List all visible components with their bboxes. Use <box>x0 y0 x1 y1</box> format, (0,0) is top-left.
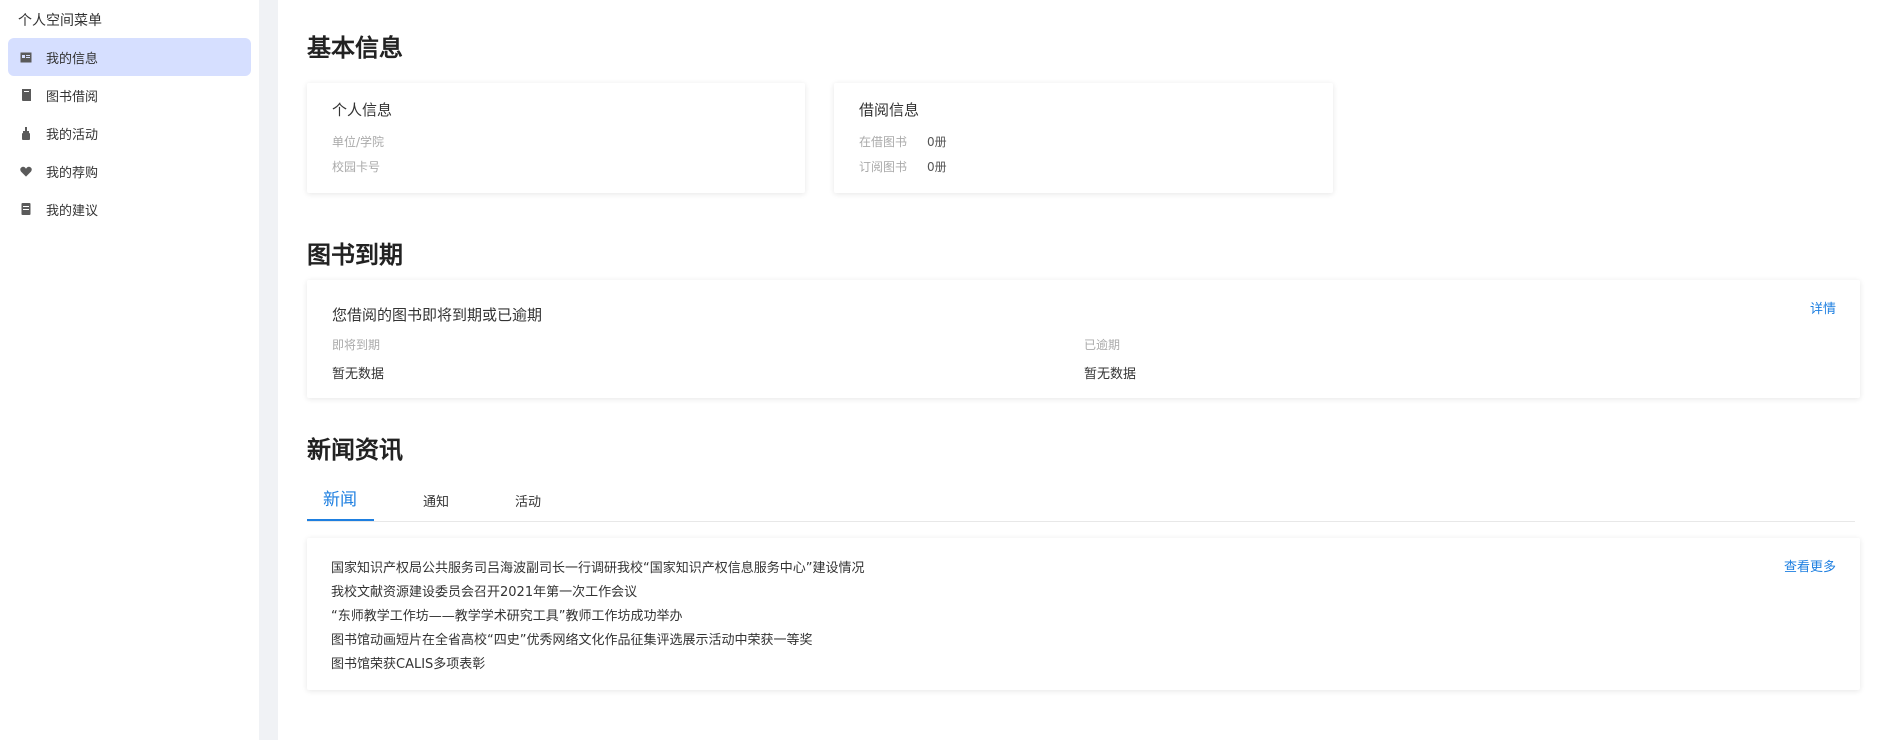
overdue-label: 已逾期 <box>1084 338 1121 352</box>
overdue-value: 暂无数据 <box>1084 367 1137 382</box>
tab-activity[interactable]: 活动 <box>515 491 541 510</box>
card-title: 您借阅的图书即将到期或已逾期 <box>332 306 543 324</box>
current-borrow-label: 在借图书 <box>859 135 908 149</box>
card-title: 个人信息 <box>332 101 393 119</box>
card-title: 借阅信息 <box>859 101 920 119</box>
sidebar-item-book-borrow[interactable]: 图书借阅 <box>8 76 251 114</box>
news-item[interactable]: 我校文献资源建设委员会召开2021年第一次工作会议 <box>331 581 637 600</box>
news-item[interactable]: 图书馆荣获CALIS多项表彰 <box>331 653 485 672</box>
book-icon <box>20 89 32 101</box>
activity-icon <box>20 126 32 140</box>
sidebar: 个人空间菜单 我的信息 图书借阅 我的活动 我的荐购 我的建议 <box>0 0 259 740</box>
reserved-label: 订阅图书 <box>859 160 908 174</box>
personal-info-card: 个人信息 单位/学院 校园卡号 <box>307 83 805 193</box>
sidebar-item-my-activity[interactable]: 我的活动 <box>8 114 251 152</box>
active-tab-indicator <box>307 519 374 521</box>
current-borrow-value: 0册 <box>927 135 947 149</box>
campus-card-label: 校园卡号 <box>332 160 381 174</box>
borrow-info-card: 借阅信息 在借图书 0册 订阅图书 0册 <box>834 83 1333 193</box>
section-title-book-due: 图书到期 <box>307 241 403 269</box>
heart-icon <box>20 165 32 177</box>
news-item[interactable]: 国家知识产权局公共服务司吕海波副司长一行调研我校“国家知识产权信息服务中心”建设… <box>331 557 864 576</box>
sidebar-item-my-info[interactable]: 我的信息 <box>8 38 251 76</box>
unit-label: 单位/学院 <box>332 135 385 149</box>
sidebar-item-label: 我的活动 <box>46 127 99 143</box>
tabs-divider <box>307 521 1855 522</box>
view-more-link[interactable]: 查看更多 <box>1784 556 1836 575</box>
sidebar-title: 个人空间菜单 <box>18 13 102 29</box>
sidebar-divider <box>259 0 278 740</box>
note-icon <box>20 203 32 215</box>
sidebar-item-label: 我的信息 <box>46 51 99 67</box>
sidebar-item-my-recommend[interactable]: 我的荐购 <box>8 152 251 190</box>
book-due-card: 您借阅的图书即将到期或已逾期 详情 即将到期 暂无数据 已逾期 暂无数据 <box>307 280 1860 398</box>
section-title-news: 新闻资讯 <box>307 436 403 464</box>
news-item[interactable]: 图书馆动画短片在全省高校“四史”优秀网络文化作品征集评选展示活动中荣获一等奖 <box>331 629 812 648</box>
due-soon-label: 即将到期 <box>332 338 381 352</box>
reserved-value: 0册 <box>927 160 947 174</box>
sidebar-item-label: 图书借阅 <box>46 89 99 105</box>
sidebar-item-label: 我的建议 <box>46 203 99 219</box>
tab-notice[interactable]: 通知 <box>423 491 449 510</box>
news-item[interactable]: “东师教学工作坊——教学学术研究工具”教师工作坊成功举办 <box>331 605 682 624</box>
section-title-basic-info: 基本信息 <box>307 34 403 62</box>
tab-news[interactable]: 新闻 <box>323 485 357 510</box>
sidebar-item-label: 我的荐购 <box>46 165 99 181</box>
due-soon-value: 暂无数据 <box>332 367 385 382</box>
profile-card-icon <box>20 51 32 63</box>
sidebar-item-my-suggestion[interactable]: 我的建议 <box>8 190 251 228</box>
detail-link[interactable]: 详情 <box>1810 298 1836 317</box>
